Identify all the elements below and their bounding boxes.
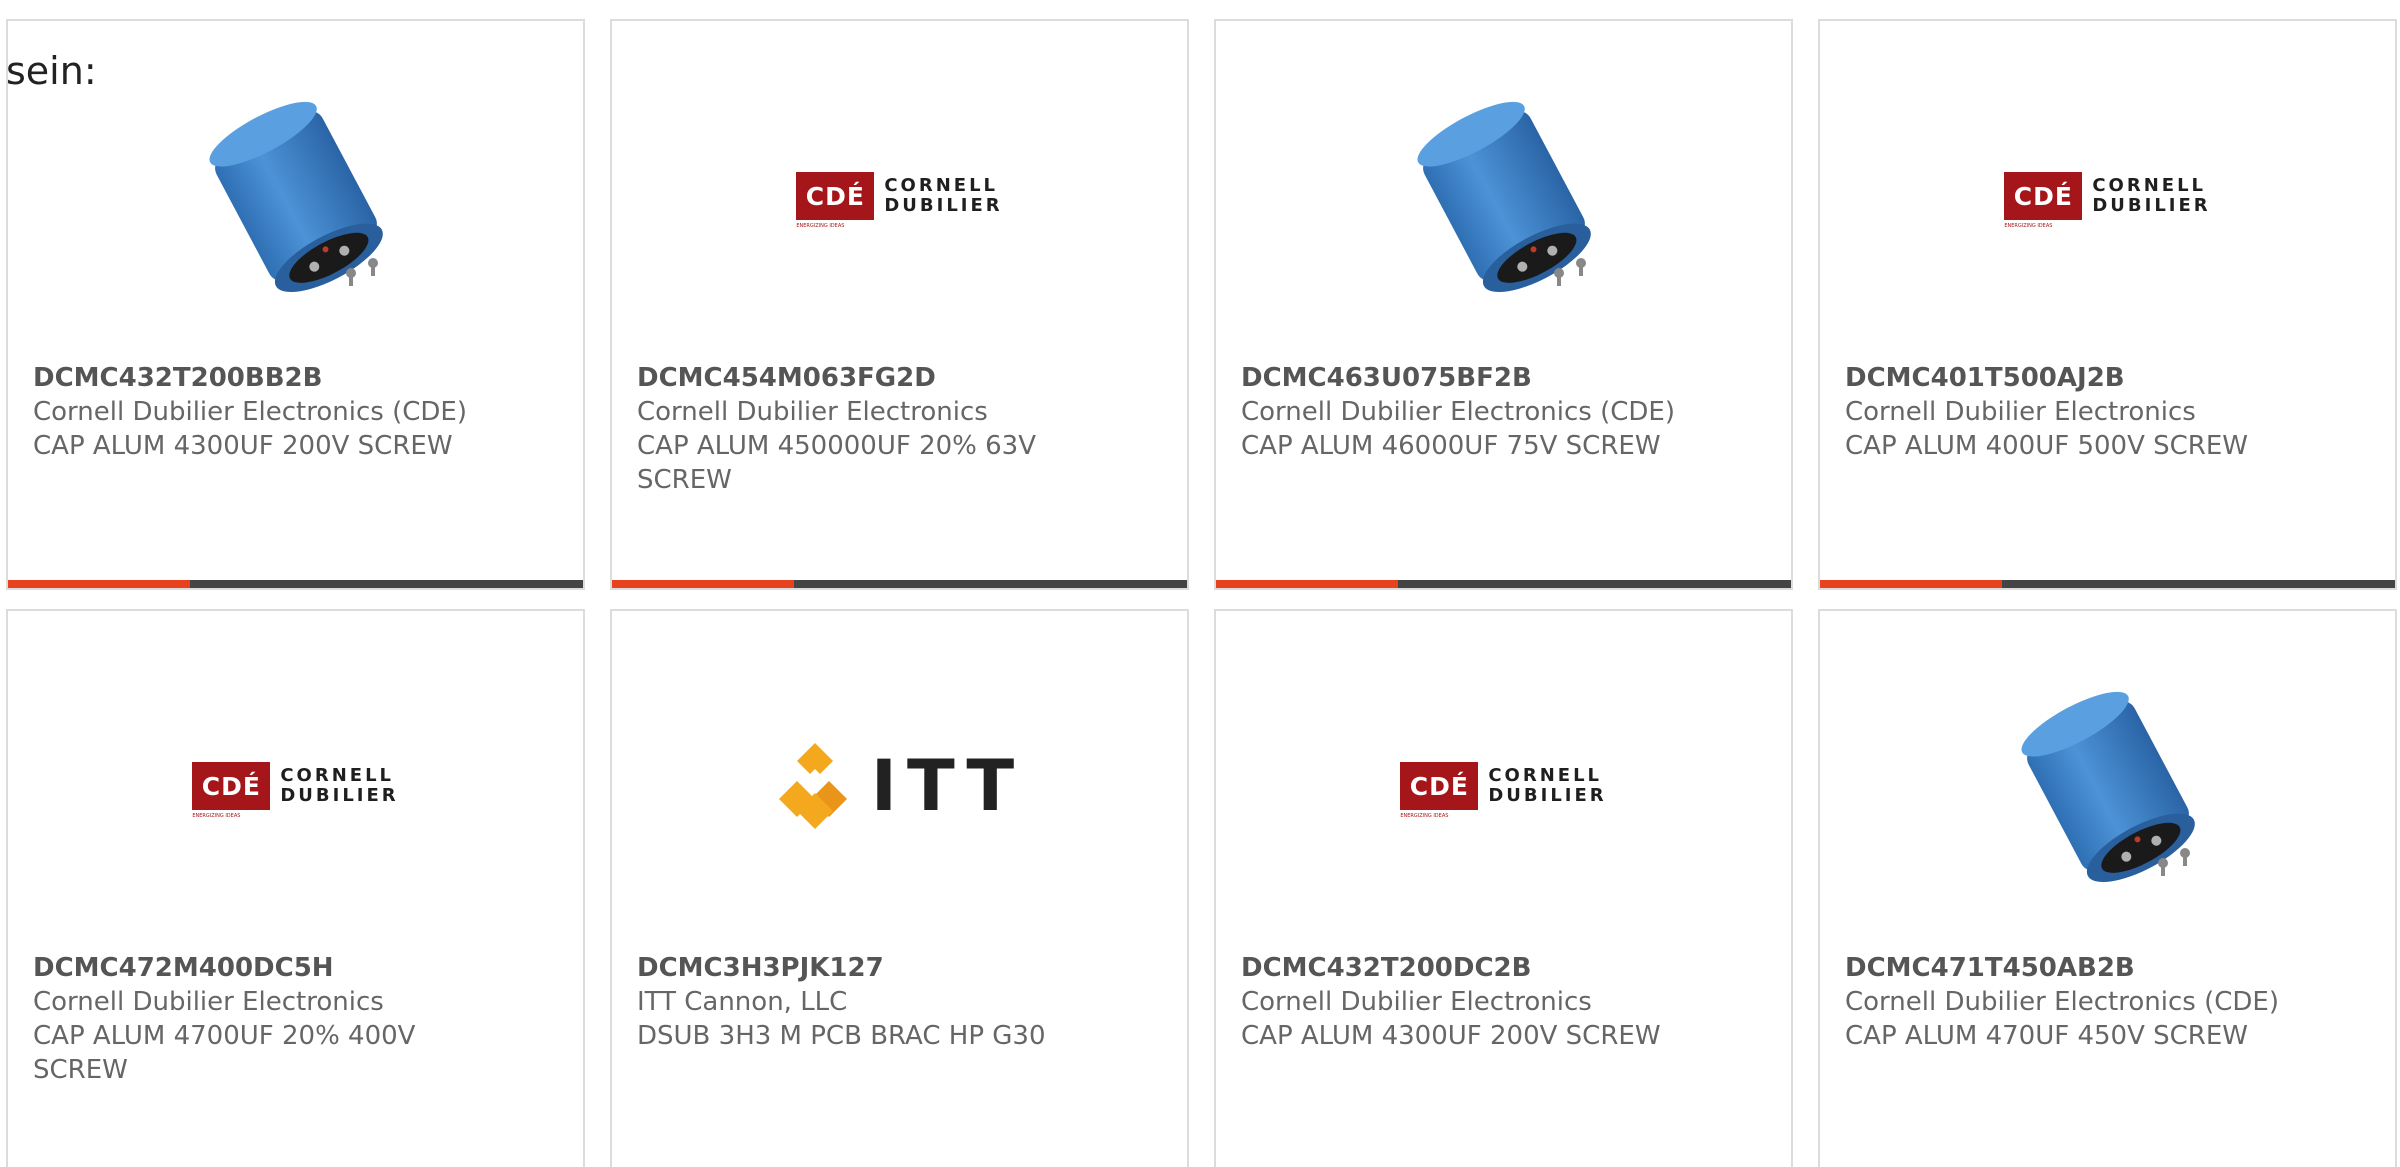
product-card[interactable]: CDÉ ENERGIZING IDEAS CORNELL DUBILIER DCMC… [1214,609,1793,1167]
product-info: DCMC401T500AJ2B Cornell Dubilier Electro… [1845,361,2355,463]
product-info: DCMC471T450AB2B Cornell Dubilier Electro… [1845,951,2355,1053]
manufacturer: ITT Cannon, LLC [637,987,848,1017]
itt-logo-text: ITT [870,745,1025,827]
intro-text: sein: [6,49,97,93]
description: CAP ALUM 4300UF 200V SCREW [33,431,453,461]
card-bottom-bar [1820,580,2395,588]
itt-logo: ITT [775,741,1024,831]
card-accent [8,580,190,588]
cde-logo-mark: CDÉ ENERGIZING IDEAS [1400,762,1479,819]
product-grid-page: sein: DCMC432T200BB2B Cornell Dubilier E… [0,0,2400,1167]
cde-logo-mark: CDÉ ENERGIZING IDEAS [2004,172,2083,229]
cde-logo-words: CORNELL DUBILIER [280,765,399,806]
product-card[interactable]: DCMC432T200BB2B Cornell Dubilier Electro… [6,19,585,590]
product-info: DCMC472M400DC5H Cornell Dubilier Electro… [33,951,543,1087]
part-number-link[interactable]: DCMC472M400DC5H [33,951,543,985]
manufacturer: Cornell Dubilier Electronics (CDE) [1241,397,1675,427]
part-number-link[interactable]: DCMC471T450AB2B [1845,951,2355,985]
product-image[interactable]: CDÉ ENERGIZING IDEAS CORNELL DUBILIER [8,681,583,891]
product-info: DCMC432T200BB2B Cornell Dubilier Electro… [33,361,543,463]
product-info: DCMC3H3PJK127 ITT Cannon, LLC DSUB 3H3 M… [637,951,1147,1053]
cde-logo: CDÉ ENERGIZING IDEAS CORNELL DUBILIER [796,172,1003,229]
cde-logo: CDÉ ENERGIZING IDEAS CORNELL DUBILIER [192,762,399,819]
part-number-link[interactable]: DCMC432T200BB2B [33,361,543,395]
cde-logo-mark: CDÉ ENERGIZING IDEAS [192,762,271,819]
product-card[interactable]: DCMC471T450AB2B Cornell Dubilier Electro… [1818,609,2397,1167]
description: DSUB 3H3 M PCB BRAC HP G30 [637,1021,1046,1051]
manufacturer: Cornell Dubilier Electronics (CDE) [33,397,467,427]
manufacturer: Cornell Dubilier Electronics (CDE) [1845,987,2279,1017]
product-image[interactable]: CDÉ ENERGIZING IDEAS CORNELL DUBILIER [612,91,1187,301]
product-image[interactable] [8,91,583,301]
product-image[interactable] [1216,91,1791,301]
part-number-link[interactable]: DCMC463U075BF2B [1241,361,1751,395]
card-accent [612,580,794,588]
manufacturer: Cornell Dubilier Electronics [33,987,384,1017]
capacitor-image [208,101,383,293]
cde-logo-words: CORNELL DUBILIER [1488,765,1607,806]
product-card[interactable]: CDÉ ENERGIZING IDEAS CORNELL DUBILIER DCMC… [6,609,585,1167]
itt-logo-mark [778,743,847,829]
description: CAP ALUM 400UF 500V SCREW [1845,431,2248,461]
product-image[interactable] [1820,681,2395,891]
description: CAP ALUM 450000UF 20% 63V SCREW [637,431,1037,495]
card-bottom-bar [8,580,583,588]
part-number-link[interactable]: DCMC432T200DC2B [1241,951,1751,985]
card-accent [1216,580,1398,588]
cde-logo: CDÉ ENERGIZING IDEAS CORNELL DUBILIER [2004,172,2211,229]
product-card[interactable]: CDÉ ENERGIZING IDEAS CORNELL DUBILIER DCMC… [610,19,1189,590]
product-info: DCMC432T200DC2B Cornell Dubilier Electro… [1241,951,1751,1053]
description: CAP ALUM 470UF 450V SCREW [1845,1021,2248,1051]
cde-logo-words: CORNELL DUBILIER [884,175,1003,216]
description: CAP ALUM 4700UF 20% 400V SCREW [33,1021,416,1085]
card-bottom-bar [1216,580,1791,588]
cde-logo-words: CORNELL DUBILIER [2092,175,2211,216]
part-number-link[interactable]: DCMC401T500AJ2B [1845,361,2355,395]
product-card[interactable]: ITT DCMC3H3PJK127 ITT Cannon, LLC DSUB 3… [610,609,1189,1167]
cde-logo-mark: CDÉ ENERGIZING IDEAS [796,172,875,229]
cde-logo: CDÉ ENERGIZING IDEAS CORNELL DUBILIER [1400,762,1607,819]
capacitor-image [1416,101,1591,293]
product-info: DCMC454M063FG2D Cornell Dubilier Electro… [637,361,1147,497]
product-info: DCMC463U075BF2B Cornell Dubilier Electro… [1241,361,1751,463]
description: CAP ALUM 46000UF 75V SCREW [1241,431,1661,461]
product-card[interactable]: CDÉ ENERGIZING IDEAS CORNELL DUBILIER DCMC… [1818,19,2397,590]
capacitor-image [2020,691,2195,883]
part-number-link[interactable]: DCMC3H3PJK127 [637,951,1147,985]
card-accent [1820,580,2002,588]
product-image[interactable]: CDÉ ENERGIZING IDEAS CORNELL DUBILIER [1820,91,2395,301]
manufacturer: Cornell Dubilier Electronics [637,397,988,427]
product-image[interactable]: ITT [612,681,1187,891]
card-bottom-bar [612,580,1187,588]
manufacturer: Cornell Dubilier Electronics [1241,987,1592,1017]
part-number-link[interactable]: DCMC454M063FG2D [637,361,1147,395]
manufacturer: Cornell Dubilier Electronics [1845,397,2196,427]
product-card[interactable]: DCMC463U075BF2B Cornell Dubilier Electro… [1214,19,1793,590]
description: CAP ALUM 4300UF 200V SCREW [1241,1021,1661,1051]
product-image[interactable]: CDÉ ENERGIZING IDEAS CORNELL DUBILIER [1216,681,1791,891]
